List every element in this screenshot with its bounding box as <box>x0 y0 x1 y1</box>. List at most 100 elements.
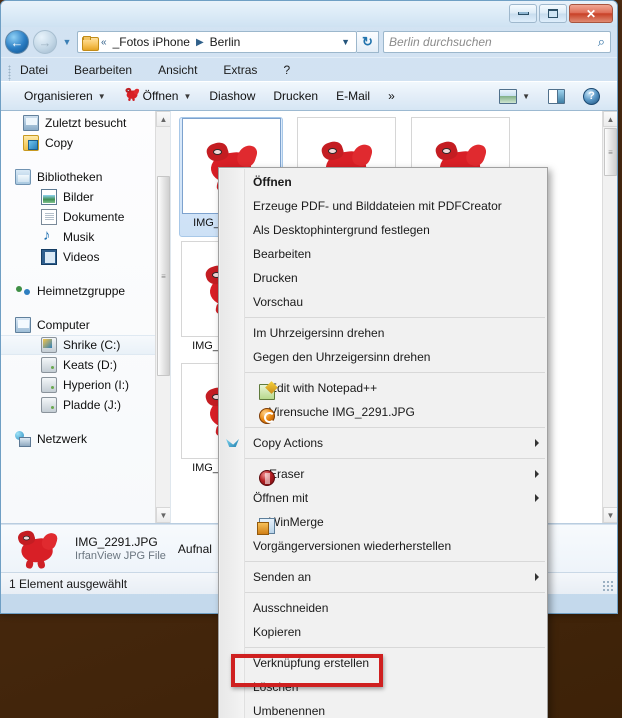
context-menu-item-rotate-ccw[interactable]: Gegen den Uhrzeigersinn drehen <box>219 345 547 369</box>
context-menu-item-virensuche[interactable]: Virensuche IMG_2291.JPG <box>219 400 547 424</box>
print-button[interactable]: Drucken <box>264 86 327 106</box>
copy-folder-icon <box>23 135 39 151</box>
sidebar-item-hyperion-i[interactable]: Hyperion (I:) <box>1 375 170 395</box>
sidebar-item-heimnetzgruppe[interactable]: Heimnetzgruppe <box>1 281 170 301</box>
videos-icon <box>41 249 57 265</box>
scroll-up-icon[interactable]: ▲ <box>603 111 617 127</box>
context-menu-item-eraser[interactable]: Eraser <box>219 462 547 486</box>
libraries-icon <box>15 169 31 185</box>
sidebar-item-label: Zuletzt besucht <box>45 116 127 130</box>
context-menu-item-winmerge[interactable]: WinMerge <box>219 510 547 535</box>
copy-actions-icon <box>225 435 241 451</box>
scroll-down-icon[interactable]: ▼ <box>156 507 170 523</box>
sidebar-item-bibliotheken[interactable]: Bibliotheken <box>1 167 170 187</box>
help-button[interactable]: ? <box>574 85 609 108</box>
sidebar-item-label: Dokumente <box>63 210 125 224</box>
context-menu-separator <box>245 427 545 428</box>
breadcrumb-overflow-icon[interactable]: « <box>100 37 108 48</box>
context-menu-item-previous-versions[interactable]: Vorgängerversionen wiederherstellen <box>219 534 547 558</box>
sidebar-item-label: Bilder <box>63 190 94 204</box>
navigation-bar: ← → ▼ « _Fotos iPhone ▶ Berlin ▼ ↻ Berli… <box>1 27 617 57</box>
window-controls: ✕ <box>509 4 613 23</box>
details-text: IMG_2291.JPG IrfanView JPG File <box>75 535 166 562</box>
context-menu-item-label: Öffnen mit <box>253 491 309 505</box>
chevron-down-icon: ▼ <box>97 91 106 101</box>
context-menu-item-desktop-background[interactable]: Als Desktophintergrund festlegen <box>219 218 547 242</box>
context-menu-item-bearbeiten[interactable]: Bearbeiten <box>219 242 547 266</box>
sidebar-scrollbar[interactable]: ▲ ≡ ▼ <box>155 111 170 523</box>
open-button[interactable]: Öffnen ▼ <box>115 86 201 106</box>
sidebar-item-dokumente[interactable]: Dokumente <box>1 207 170 227</box>
sidebar-item-label: Bibliotheken <box>37 170 103 184</box>
address-dropdown-icon[interactable]: ▼ <box>341 37 354 47</box>
context-menu-item-label: Senden an <box>253 570 312 584</box>
change-view-button[interactable]: ▼ <box>490 86 539 107</box>
search-icon[interactable]: ⌕ <box>598 34 605 50</box>
context-menu-item-drucken[interactable]: Drucken <box>219 266 547 290</box>
close-button[interactable]: ✕ <box>569 4 613 23</box>
scroll-thumb-grip: ≡ <box>608 147 613 157</box>
title-bar: ✕ <box>1 1 617 27</box>
command-toolbar: Organisieren ▼ Öffnen ▼ Diashow Drucken … <box>1 81 617 111</box>
scroll-down-icon[interactable]: ▼ <box>603 507 617 523</box>
context-menu: Öffnen Erzeuge PDF- und Bilddateien mit … <box>218 167 548 718</box>
context-menu-item-rotate-cw[interactable]: Im Uhrzeigersinn drehen <box>219 321 547 345</box>
status-text: 1 Element ausgewählt <box>9 576 128 591</box>
folder-icon <box>82 35 99 51</box>
context-menu-item-pdfcreator[interactable]: Erzeuge PDF- und Bilddateien mit PDFCrea… <box>219 194 547 218</box>
menu-ansicht[interactable]: Ansicht <box>155 61 200 79</box>
context-menu-item-ausschneiden[interactable]: Ausschneiden <box>219 596 547 620</box>
submenu-arrow-icon <box>535 573 539 581</box>
more-commands-button[interactable]: » <box>379 86 404 106</box>
sidebar-item-copy[interactable]: Copy <box>1 133 170 153</box>
sidebar-item-netzwerk[interactable]: Netzwerk <box>1 429 170 449</box>
context-menu-item-copy-actions[interactable]: Copy Actions <box>219 431 547 455</box>
context-menu-item-senden-an[interactable]: Senden an <box>219 565 547 589</box>
menu-bearbeiten[interactable]: Bearbeiten <box>71 61 135 79</box>
context-menu-item-label: WinMerge <box>269 515 324 529</box>
context-menu-item-oeffnen-mit[interactable]: Öffnen mit <box>219 486 547 510</box>
drive-icon <box>41 397 57 413</box>
menu-help[interactable]: ? <box>280 61 293 79</box>
back-button[interactable]: ← <box>5 30 29 54</box>
breadcrumb-item-fotos-iphone[interactable]: _Fotos iPhone <box>111 34 192 50</box>
sidebar-scroll-thumb[interactable]: ≡ <box>157 176 170 376</box>
context-menu-item-kopieren[interactable]: Kopieren <box>219 620 547 644</box>
maximize-button[interactable] <box>539 4 567 23</box>
scroll-up-icon[interactable]: ▲ <box>156 111 170 127</box>
eraser-icon <box>259 470 275 486</box>
menubar-grip <box>8 65 11 81</box>
history-dropdown-icon[interactable]: ▼ <box>61 37 73 47</box>
context-menu-item-vorschau[interactable]: Vorschau <box>219 290 547 314</box>
context-menu-item-notepadpp[interactable]: Edit with Notepad++ <box>219 376 547 400</box>
notepadpp-icon <box>259 384 275 400</box>
content-scroll-thumb[interactable]: ≡ <box>604 128 617 176</box>
navigation-pane: Zuletzt besucht Copy Bibliotheken Bilder… <box>1 111 171 523</box>
sidebar-item-bilder[interactable]: Bilder <box>1 187 170 207</box>
sidebar-item-label: Netzwerk <box>37 432 88 446</box>
content-scrollbar[interactable]: ▲ ≡ ▼ <box>602 111 617 523</box>
organize-button[interactable]: Organisieren ▼ <box>15 86 115 106</box>
preview-pane-button[interactable] <box>539 86 574 107</box>
address-bar[interactable]: « _Fotos iPhone ▶ Berlin ▼ <box>77 31 357 53</box>
sidebar-item-musik[interactable]: Musik <box>1 227 170 247</box>
details-file-name: IMG_2291.JPG <box>75 535 158 549</box>
search-input[interactable]: Berlin durchsuchen ⌕ <box>383 31 611 53</box>
sidebar-item-zuletzt-besucht[interactable]: Zuletzt besucht <box>1 113 170 133</box>
menu-datei[interactable]: Datei <box>17 61 51 79</box>
sidebar-item-keats-d[interactable]: Keats (D:) <box>1 355 170 375</box>
context-menu-item-umbenennen[interactable]: Umbenennen <box>219 699 547 718</box>
forward-button[interactable]: → <box>33 30 57 54</box>
menu-extras[interactable]: Extras <box>220 61 260 79</box>
sidebar-item-pladde-j[interactable]: Pladde (J:) <box>1 395 170 415</box>
resize-grip-icon[interactable] <box>602 580 614 592</box>
slideshow-button[interactable]: Diashow <box>200 86 264 106</box>
context-menu-item-oeffnen[interactable]: Öffnen <box>219 170 547 194</box>
sidebar-item-computer[interactable]: Computer <box>1 315 170 335</box>
minimize-button[interactable] <box>509 4 537 23</box>
breadcrumb-item-berlin[interactable]: Berlin <box>208 34 243 50</box>
refresh-button[interactable]: ↻ <box>357 31 379 53</box>
sidebar-item-shrike-c[interactable]: Shrike (C:) <box>1 335 170 355</box>
sidebar-item-videos[interactable]: Videos <box>1 247 170 267</box>
email-button[interactable]: E-Mail <box>327 86 379 106</box>
